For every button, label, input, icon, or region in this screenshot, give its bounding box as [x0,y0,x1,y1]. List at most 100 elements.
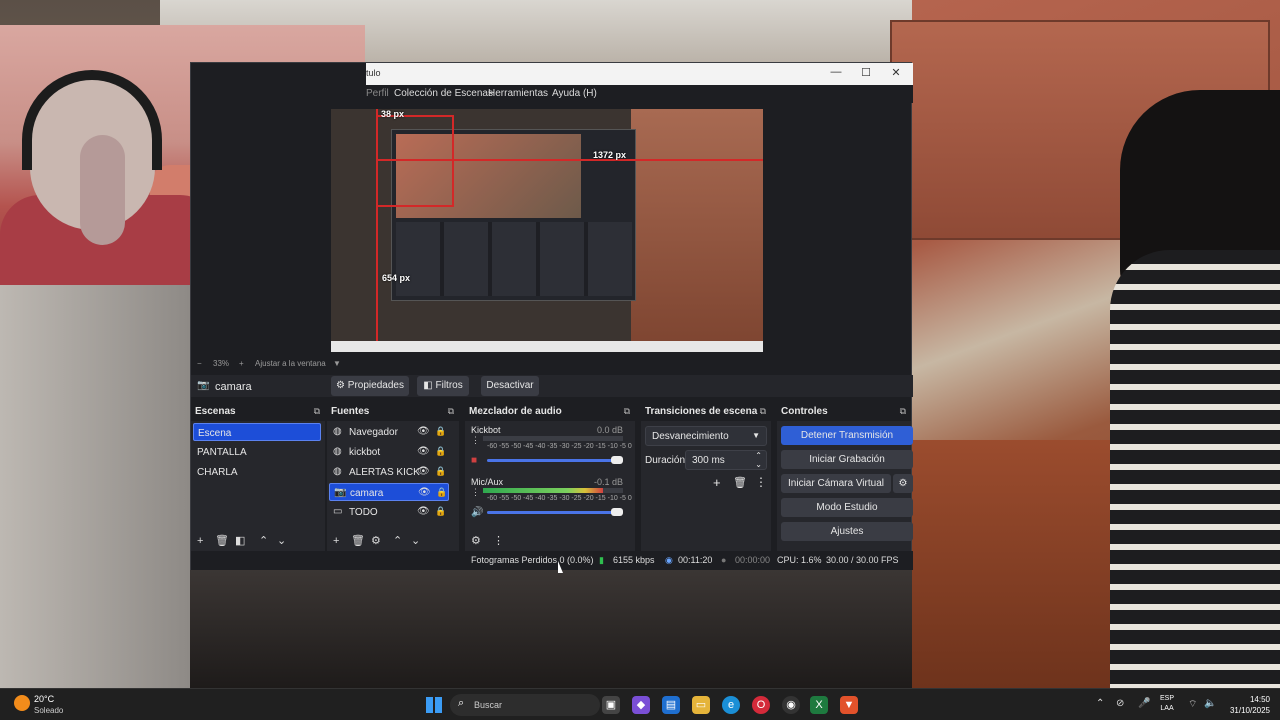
deactivate-button[interactable]: Desactivar [481,376,539,396]
scene-item[interactable]: Escena [193,423,321,441]
undock-icon[interactable]: ⧉ [624,406,630,417]
gear-icon[interactable]: ⚙ [371,534,381,547]
eye-icon[interactable]: 👁 [417,446,430,457]
copilot-icon[interactable]: ◆ [632,696,650,714]
level-meter [483,436,623,441]
menu-tools[interactable]: Herramientas [488,88,548,99]
properties-button[interactable]: ⚙ Propiedades [331,376,409,396]
weather-icon[interactable] [14,695,30,711]
network-icon[interactable]: ⊘ [1116,698,1124,709]
add-icon[interactable]: + [713,475,721,490]
lock-icon[interactable]: 🔒 [435,426,446,437]
kebab-menu-icon[interactable]: ⋮ [471,487,480,498]
mute-icon[interactable]: ■ [471,455,477,466]
eye-icon[interactable]: 👁 [417,426,430,437]
menu-help[interactable]: Ayuda (H) [552,88,597,99]
trash-icon[interactable]: 🗑 [215,534,229,547]
edge-icon[interactable]: e [722,696,740,714]
chevron-up-icon[interactable]: ⌃ [1096,698,1104,709]
menu-profile[interactable]: Perfil [366,88,389,99]
eye-icon[interactable]: 👁 [417,466,430,477]
undock-icon[interactable]: ⧉ [900,406,906,417]
volume-icon[interactable]: 🔈 [1204,698,1216,709]
preview-canvas[interactable]: 38 px 1372 px 654 px [331,109,763,352]
scene-item[interactable]: CHARLA [193,463,321,481]
undock-icon[interactable]: ⧉ [314,406,320,417]
mouse-cursor [558,561,563,573]
weather-temp[interactable]: 20°C [34,694,54,704]
maximize-button[interactable]: ☐ [851,66,881,82]
lock-icon[interactable]: 🔒 [435,506,446,517]
chevron-down-icon[interactable]: ▼ [333,359,341,368]
move-down-icon[interactable]: ⌄ [411,534,420,547]
task-view-icon[interactable]: ▣ [602,696,620,714]
weather-desc[interactable]: Soleado [34,706,63,715]
menu-scene-collection[interactable]: Colección de Escenas [394,88,493,99]
start-recording-button[interactable]: Iniciar Grabación [781,450,913,469]
move-up-icon[interactable]: ⌃ [393,534,402,547]
volume-slider-handle[interactable] [611,508,623,516]
preview-kitchen [631,109,763,352]
source-item[interactable]: ◍ ALERTAS KICK 👁 🔒 [329,463,449,481]
level-meter [483,488,623,493]
volume-slider[interactable] [487,459,617,462]
undock-icon[interactable]: ⧉ [760,406,766,417]
brave-icon[interactable]: ▼ [840,696,858,714]
obs-icon[interactable]: ◉ [782,696,800,714]
source-item[interactable]: ▭ TODO 👁 🔒 [329,503,449,521]
opera-icon[interactable]: O [752,696,770,714]
windows-start-icon[interactable] [426,697,442,713]
transition-select[interactable]: Desvanecimiento ▼ [645,426,767,446]
spin-arrows-icon[interactable]: ⌃ ⌄ [755,451,762,469]
fit-window-button[interactable]: Ajustar a la ventana [255,359,326,368]
kebab-menu-icon[interactable]: ⋮ [493,534,504,547]
folder-icon[interactable]: ▭ [692,696,710,714]
source-item[interactable]: ◍ Navegador 👁 🔒 [329,423,449,441]
minimize-button[interactable]: — [821,66,851,82]
speaker-icon[interactable]: 🔊 [471,507,483,518]
store-icon[interactable]: ▤ [662,696,680,714]
eye-icon[interactable]: 👁 [417,506,430,517]
undock-icon[interactable]: ⧉ [448,406,454,417]
trash-icon[interactable]: 🗑 [351,534,365,547]
wifi-icon[interactable]: ⌔ [1188,698,1197,711]
level-meter-fill [483,488,604,493]
volume-slider[interactable] [487,511,617,514]
duration-spinbox[interactable]: 300 ms ⌃ ⌄ [685,450,767,470]
stop-stream-button[interactable]: Detener Transmisión [781,426,913,445]
close-button[interactable]: ✕ [881,66,911,82]
microphone-icon[interactable]: 🎤 [1138,698,1150,709]
keyboard-layout: LAA [1160,705,1174,712]
virtual-camera-button[interactable]: Iniciar Cámara Virtual [781,474,891,493]
gear-icon[interactable]: ⚙ [893,474,913,493]
settings-button[interactable]: Ajustes [781,522,913,541]
filters-button[interactable]: ◧ Filtros [417,376,469,396]
taskbar-search[interactable]: ⌕ Buscar [450,694,600,716]
clock[interactable]: 14:50 31/10/2025 [1226,694,1270,716]
trash-icon[interactable]: 🗑 [733,476,747,489]
lock-icon[interactable]: 🔒 [435,466,446,477]
language-indicator[interactable]: ESP LAA [1160,694,1174,714]
volume-slider-handle[interactable] [611,456,623,464]
excel-icon[interactable]: X [810,696,828,714]
move-down-icon[interactable]: ⌄ [277,534,286,547]
move-up-icon[interactable]: ⌃ [259,534,268,547]
lock-icon[interactable]: 🔒 [435,446,446,457]
scene-item[interactable]: PANTALLA [193,443,321,461]
source-bounding-box[interactable] [376,115,454,207]
add-icon[interactable]: + [333,535,339,547]
record-time: 00:00:00 [735,555,771,565]
zoom-out-button[interactable]: − [197,359,202,368]
studio-mode-button[interactable]: Modo Estudio [781,498,913,517]
kebab-menu-icon[interactable]: ⋮ [755,475,767,489]
add-icon[interactable]: + [197,535,203,547]
window-capture-icon: ▭ [333,506,343,517]
kebab-menu-icon[interactable]: ⋮ [471,435,480,446]
filter-icon[interactable]: ◧ [235,534,245,547]
advanced-audio-icon[interactable]: ⚙ [471,534,481,547]
source-item[interactable]: 📷 camara 👁 🔒 [329,483,449,501]
source-item[interactable]: ◍ kickbot 👁 🔒 [329,443,449,461]
lock-icon[interactable]: 🔒 [436,487,447,498]
eye-icon[interactable]: 👁 [418,487,431,498]
zoom-in-button[interactable]: + [239,359,244,368]
